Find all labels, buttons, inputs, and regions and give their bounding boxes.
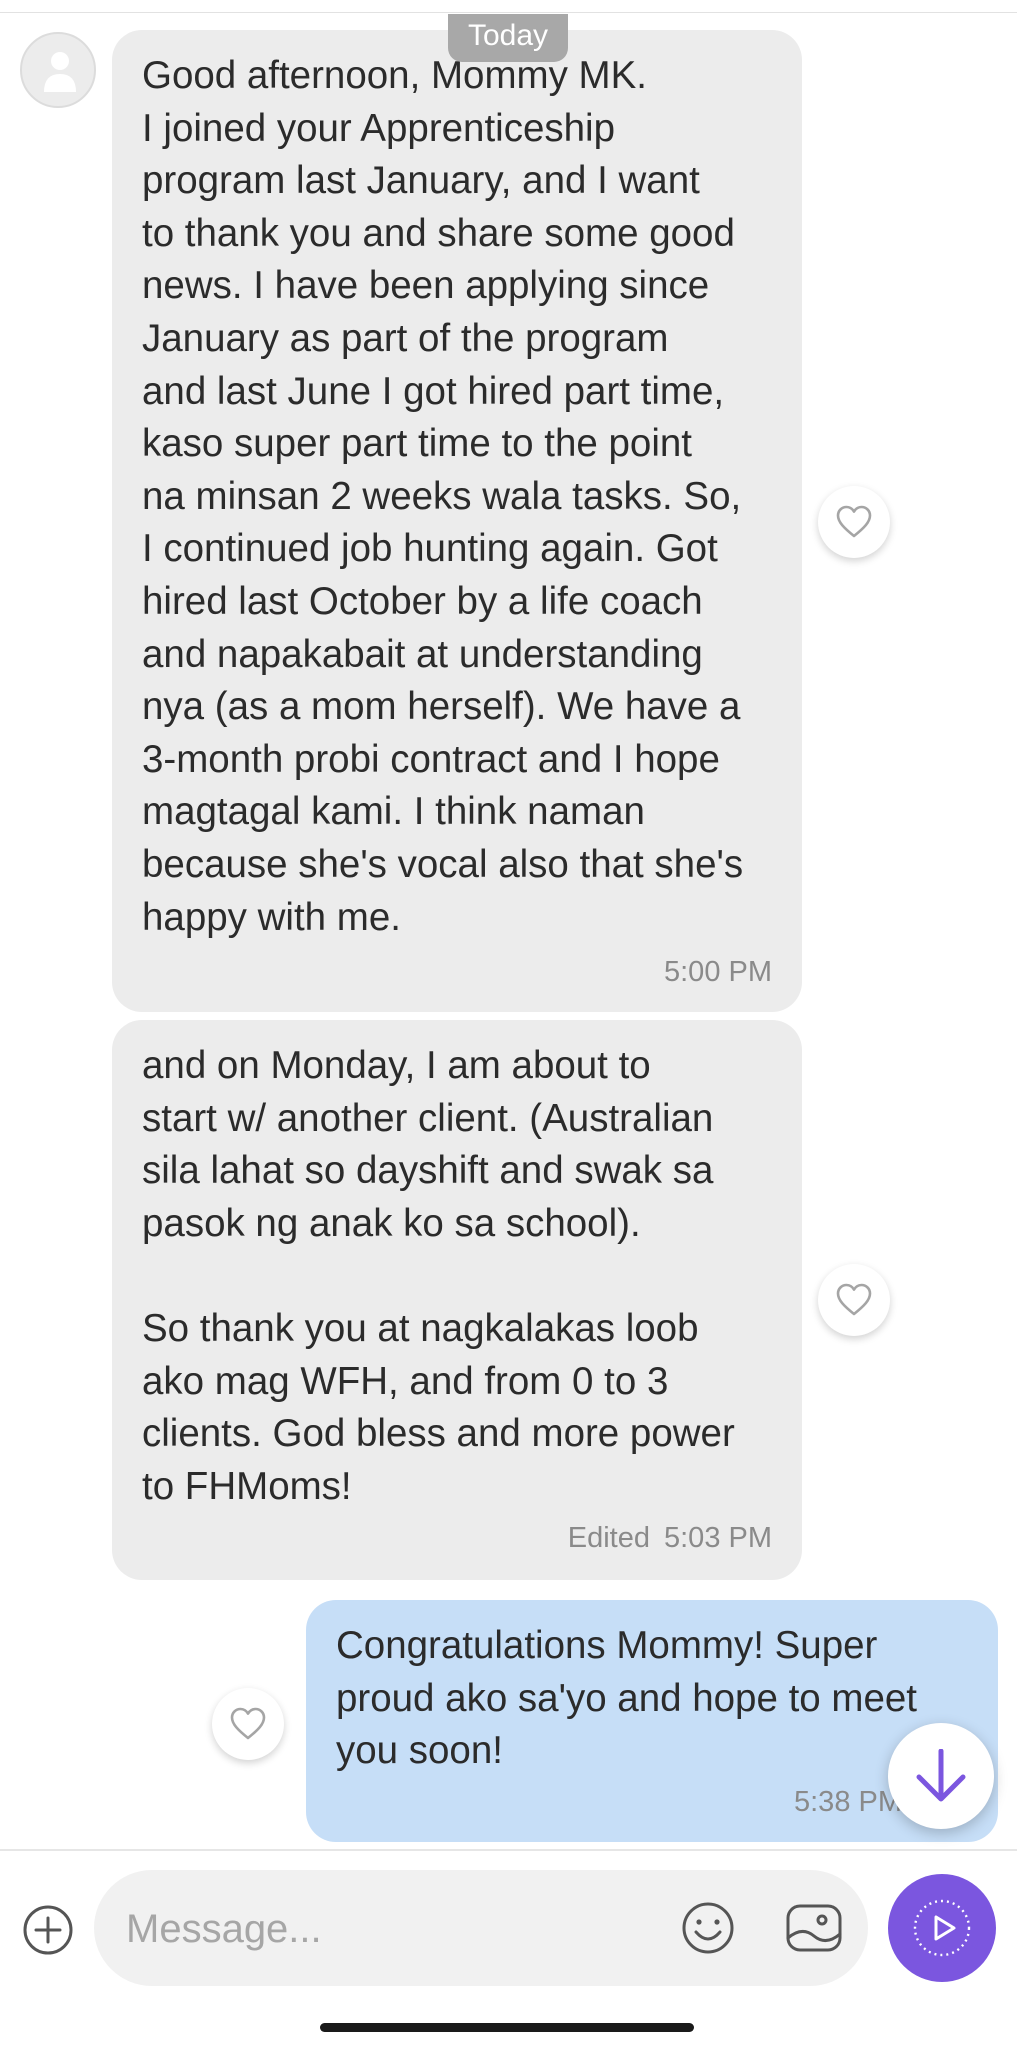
message-line: pasok ng anak ko sa school).: [142, 1201, 641, 1245]
message-bubble-incoming-2[interactable]: and on Monday, I am about to start w/ an…: [112, 1020, 802, 1580]
message-meta: 5:38 PM: [794, 1786, 902, 1819]
plus-circle-icon: [23, 1905, 73, 1955]
message-line: nya (as a mom herself). We have a: [142, 685, 741, 729]
photo-icon: [786, 1904, 842, 1952]
message-time: 5:38 PM: [794, 1786, 902, 1818]
message-line-blank: [142, 1250, 782, 1303]
message-line: sila lahat so dayshift and swak sa: [142, 1149, 714, 1193]
message-line: So thank you at nagkalakas loob: [142, 1306, 699, 1350]
message-line: 3-month probi contract and I hope: [142, 737, 720, 781]
heart-outline-icon: [230, 1707, 266, 1740]
react-button[interactable]: [818, 486, 890, 558]
message-bubble-outgoing-1[interactable]: Congratulations Mommy! Super proud ako s…: [306, 1600, 998, 1842]
message-line: program last January, and I want: [142, 159, 700, 203]
scroll-to-bottom-button[interactable]: [888, 1723, 994, 1829]
message-line: start w/ another client. (Australian: [142, 1096, 714, 1140]
message-line: to thank you and share some good: [142, 211, 735, 255]
message-line: ako mag WFH, and from 0 to 3: [142, 1359, 669, 1403]
send-button[interactable]: [888, 1874, 996, 1982]
date-separator: Today: [448, 14, 568, 62]
message-time: 5:00 PM: [664, 956, 772, 988]
message-line: hired last October by a life coach: [142, 579, 703, 623]
play-circle-icon: [913, 1899, 971, 1957]
add-attachment-button[interactable]: [22, 1904, 74, 1956]
top-divider: [0, 12, 1017, 13]
message-line: and on Monday, I am about to: [142, 1044, 651, 1087]
message-text: Good afternoon, Mommy MK. I joined your …: [142, 50, 782, 944]
react-button[interactable]: [818, 1264, 890, 1336]
message-line: to FHMoms!: [142, 1464, 352, 1508]
message-bubble-incoming-1[interactable]: Good afternoon, Mommy MK. I joined your …: [112, 30, 802, 1012]
home-indicator: [320, 2023, 694, 2032]
message-line: magtagal kami. I think naman: [142, 790, 645, 834]
gallery-button[interactable]: [784, 1900, 844, 1956]
message-time: 5:03 PM: [664, 1522, 772, 1554]
message-line: and last June I got hired part time,: [142, 369, 725, 413]
contact-avatar[interactable]: [20, 32, 96, 108]
message-meta: 5:00 PM: [664, 956, 772, 989]
message-line: I continued job hunting again. Got: [142, 527, 718, 571]
message-line: because she's vocal also that she's: [142, 842, 744, 886]
heart-outline-icon: [836, 1283, 872, 1316]
message-input[interactable]: [124, 1902, 628, 1956]
react-button[interactable]: [212, 1688, 284, 1760]
message-text: Congratulations Mommy! Super proud ako s…: [336, 1620, 978, 1778]
arrow-down-icon: [916, 1749, 966, 1802]
message-line: you soon!: [336, 1729, 503, 1773]
message-line: na minsan 2 weeks wala tasks. So,: [142, 474, 742, 518]
message-line: clients. God bless and more power: [142, 1412, 735, 1456]
emoji-button[interactable]: [680, 1900, 736, 1956]
smiley-icon: [682, 1902, 734, 1954]
message-line: news. I have been applying since: [142, 264, 710, 308]
message-composer: [94, 1870, 868, 1986]
message-line: I joined your Apprenticeship: [142, 106, 615, 150]
message-line: January as part of the program: [142, 316, 669, 360]
message-line: proud ako sa'yo and hope to meet: [336, 1676, 917, 1720]
message-line: Congratulations Mommy! Super: [336, 1624, 878, 1667]
message-line: kaso super part time to the point: [142, 422, 692, 466]
message-text: and on Monday, I am about to start w/ an…: [142, 1040, 782, 1513]
edited-label: Edited: [567, 1522, 650, 1554]
message-line: and napakabait at understanding: [142, 632, 703, 676]
person-placeholder-icon: [44, 52, 76, 92]
message-meta: Edited 5:03 PM: [568, 1522, 772, 1555]
message-line: happy with me.: [142, 895, 401, 939]
heart-outline-icon: [836, 505, 872, 538]
composer-divider: [0, 1849, 1017, 1851]
